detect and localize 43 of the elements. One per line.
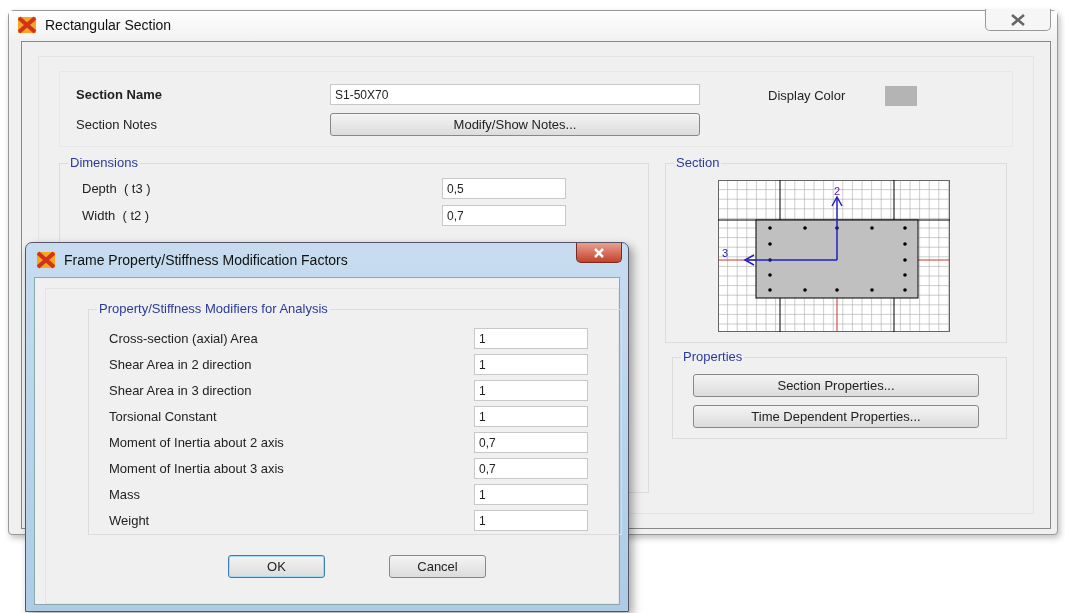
modifier-label: Torsional Constant bbox=[109, 407, 218, 426]
axis-2-arrow bbox=[831, 195, 843, 261]
input-field[interactable]: 1 bbox=[474, 406, 588, 427]
input-field[interactable]: 0,7 bbox=[474, 432, 588, 453]
section-name-field[interactable]: S1-50X70 bbox=[330, 84, 700, 105]
properties-title: Properties bbox=[681, 349, 745, 365]
modifier-label: Weight bbox=[109, 511, 151, 530]
section-notes-label: Section Notes bbox=[76, 116, 158, 134]
properties-button[interactable]: Section Properties... bbox=[693, 374, 979, 397]
modifier-label: Shear Area in 2 direction bbox=[109, 355, 253, 374]
close-button[interactable] bbox=[985, 9, 1051, 31]
group-title: Property/Stiffness Modifiers for Analysis bbox=[97, 301, 330, 317]
input-field[interactable]: 0,5 bbox=[442, 178, 566, 199]
close-button[interactable] bbox=[576, 243, 622, 263]
input-field[interactable]: 0,7 bbox=[442, 205, 566, 226]
modifier-label: Mass bbox=[109, 485, 142, 504]
field-label: Width ( t2 ) bbox=[82, 206, 151, 225]
section-name-label: Section Name bbox=[76, 86, 163, 104]
input-field[interactable]: 1 bbox=[474, 484, 588, 505]
close-icon bbox=[1010, 13, 1026, 26]
input-field[interactable]: 1 bbox=[474, 328, 588, 349]
axis-label: 3 bbox=[722, 247, 729, 259]
cancel-button[interactable]: Cancel bbox=[389, 555, 486, 578]
close-icon bbox=[593, 248, 605, 259]
app-icon bbox=[17, 16, 37, 34]
display-color-label: Display Color bbox=[768, 87, 846, 105]
input-field[interactable]: 0,7 bbox=[474, 458, 588, 479]
modifier-label: Shear Area in 3 direction bbox=[109, 381, 253, 400]
input-field[interactable]: 1 bbox=[474, 354, 588, 375]
field-label: Depth ( t3 ) bbox=[82, 179, 152, 198]
modify-notes-button[interactable]: Modify/Show Notes... bbox=[330, 113, 700, 136]
dialog-title: Frame Property/Stiffness Modification Factors bbox=[64, 250, 348, 270]
modifier-label: Moment of Inertia about 2 axis bbox=[109, 433, 285, 452]
color-swatch[interactable] bbox=[885, 86, 918, 106]
modifier-label: Cross-section (axial) Area bbox=[109, 329, 259, 348]
app-icon bbox=[36, 251, 56, 269]
axis-label: 2 bbox=[834, 185, 841, 197]
modifier-label: Moment of Inertia about 3 axis bbox=[109, 459, 285, 478]
input-field[interactable]: 1 bbox=[474, 510, 588, 531]
ok-button[interactable]: OK bbox=[228, 555, 325, 578]
window-title: Rectangular Section bbox=[45, 15, 172, 35]
properties-button[interactable]: Time Dependent Properties... bbox=[693, 405, 979, 428]
input-field[interactable]: 1 bbox=[474, 380, 588, 401]
